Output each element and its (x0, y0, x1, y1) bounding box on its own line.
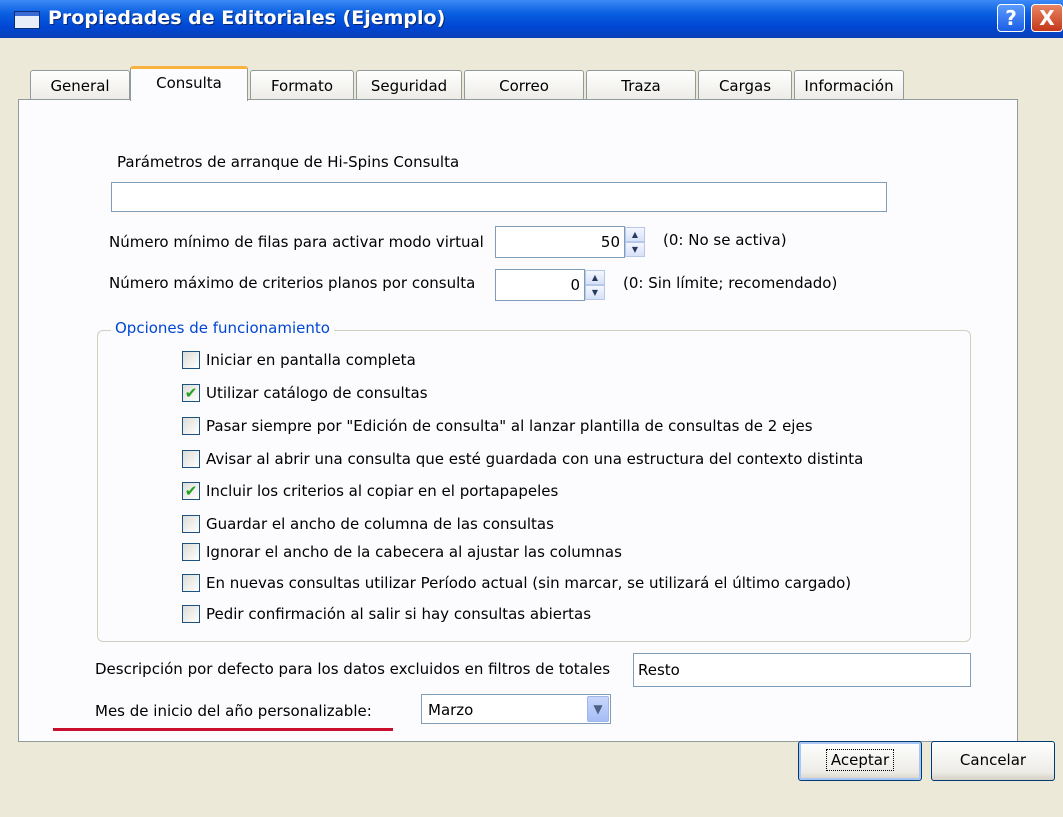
min-rows-input[interactable]: 50 (495, 226, 625, 258)
tab-seguridad[interactable]: Seguridad (356, 70, 462, 100)
checkbox[interactable] (182, 450, 200, 468)
max-criteria-label: Número máximo de criterios planos por co… (109, 274, 476, 292)
chevron-down-icon[interactable]: ▼ (587, 696, 609, 722)
title-bar[interactable]: Propiedades de Editoriales (Ejemplo) ? X (0, 0, 1063, 38)
tab-traza[interactable]: Traza (586, 70, 696, 100)
checkbox[interactable] (182, 605, 200, 623)
option-label: Avisar al abrir una consulta que esté gu… (206, 450, 864, 468)
min-rows-hint: (0: No se activa) (663, 231, 787, 249)
spin-down-icon[interactable]: ▼ (625, 242, 645, 257)
checkbox[interactable] (182, 574, 200, 592)
properties-dialog: Propiedades de Editoriales (Ejemplo) ? X… (0, 0, 1063, 817)
checkbox[interactable] (182, 417, 200, 435)
checkbox[interactable] (182, 351, 200, 369)
annotation-underline (53, 728, 393, 731)
option-label: Pasar siempre por "Edición de consulta" … (206, 417, 813, 435)
accept-label: Aceptar (825, 749, 895, 771)
help-button[interactable]: ? (997, 4, 1025, 32)
start-month-select[interactable]: Marzo ▼ (421, 694, 611, 724)
tab-consulta[interactable]: Consulta (130, 66, 248, 101)
option-label: Ignorar el ancho de la cabecera al ajust… (206, 543, 622, 561)
option-label: Pedir confirmación al salir si hay consu… (206, 605, 592, 623)
tab-correo[interactable]: Correo (464, 70, 584, 100)
options-group-title: Opciones de funcionamiento (111, 319, 334, 337)
accept-button[interactable]: Aceptar (798, 741, 922, 781)
option-label: Guardar el ancho de columna de las consu… (206, 515, 554, 533)
check-mark-icon[interactable]: ✔ (182, 384, 200, 402)
option-label: Utilizar catálogo de consultas (206, 384, 428, 402)
checkbox[interactable] (182, 543, 200, 561)
max-criteria-hint: (0: Sin límite; recomendado) (623, 274, 838, 292)
start-month-label: Mes de inicio del año personalizable: (95, 702, 372, 720)
spin-up-icon[interactable]: ▲ (585, 270, 605, 285)
max-criteria-spinner[interactable]: ▲ ▼ (585, 270, 605, 300)
tab-formato[interactable]: Formato (250, 70, 354, 100)
option-label: Iniciar en pantalla completa (206, 351, 416, 369)
tab-general[interactable]: General (30, 70, 130, 100)
check-mark-icon[interactable]: ✔ (182, 482, 200, 500)
startup-params-input[interactable] (111, 182, 887, 212)
excluded-desc-input[interactable]: Resto (633, 653, 971, 687)
checkbox[interactable] (182, 515, 200, 533)
option-label: En nuevas consultas utilizar Período act… (206, 574, 852, 592)
cancel-button[interactable]: Cancelar (931, 741, 1055, 781)
min-rows-label: Número mínimo de filas para activar modo… (109, 233, 484, 251)
tab-informacion[interactable]: Información (794, 70, 904, 100)
max-criteria-input[interactable]: 0 (495, 269, 585, 301)
cancel-label: Cancelar (959, 751, 1027, 769)
start-month-value: Marzo (428, 701, 474, 719)
app-window-icon (14, 11, 40, 29)
tab-cargas[interactable]: Cargas (698, 70, 792, 100)
excluded-desc-label: Descripción por defecto para los datos e… (95, 660, 611, 678)
tab-strip: General Consulta Formato Seguridad Corre… (18, 66, 1018, 101)
tab-panel-consulta: Parámetros de arranque de Hi-Spins Consu… (18, 99, 1018, 742)
window-title: Propiedades de Editoriales (Ejemplo) (48, 7, 446, 29)
spin-up-icon[interactable]: ▲ (625, 227, 645, 242)
startup-params-label: Parámetros de arranque de Hi-Spins Consu… (117, 153, 460, 171)
spin-down-icon[interactable]: ▼ (585, 285, 605, 300)
min-rows-spinner[interactable]: ▲ ▼ (625, 227, 645, 257)
close-button[interactable]: X (1031, 4, 1063, 32)
option-label: Incluir los criterios al copiar en el po… (206, 482, 559, 500)
